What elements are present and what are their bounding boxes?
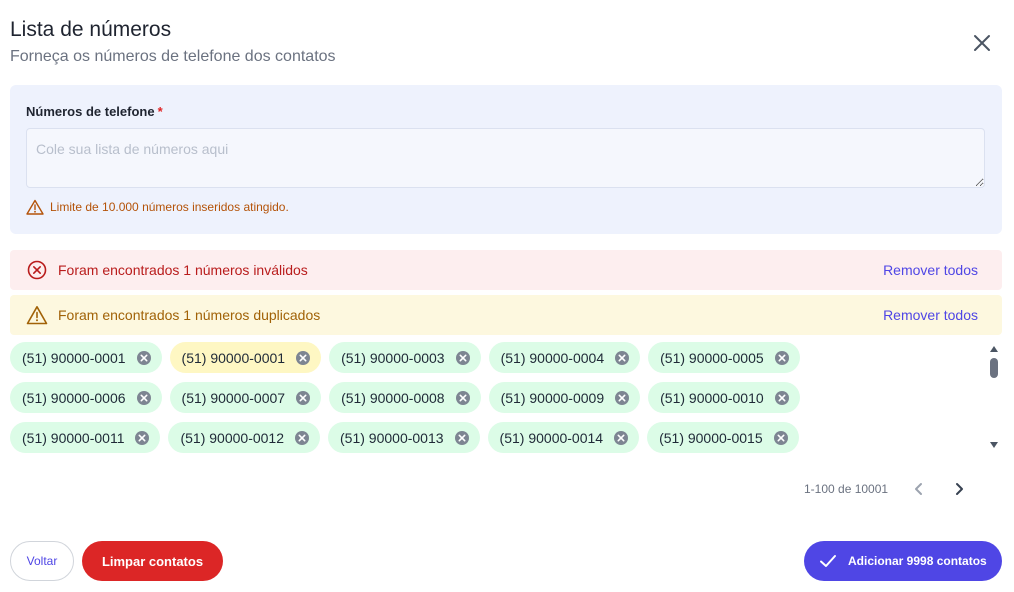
- add-contacts-button[interactable]: Adicionar 9998 contatos: [804, 541, 1002, 581]
- phone-chip-label: (51) 90000-0009: [500, 389, 605, 406]
- phone-chip[interactable]: (51) 90000-0010: [648, 382, 800, 413]
- phone-chip-label: (51) 90000-0013: [340, 429, 444, 446]
- phone-chip[interactable]: (51) 90000-0015: [647, 422, 799, 453]
- back-button[interactable]: Voltar: [10, 541, 74, 581]
- chip-row: (51) 90000-0011 (51) 90000-0012 (51) 90000…: [10, 422, 799, 453]
- phone-chip-label: (51) 90000-0011: [22, 429, 125, 446]
- remove-all-invalid-button[interactable]: Remover todos: [883, 262, 978, 278]
- check-icon: [820, 555, 836, 567]
- phone-chip[interactable]: (51) 90000-0012: [168, 422, 321, 453]
- phone-chip-label: (51) 90000-0010: [660, 389, 764, 406]
- next-page-button[interactable]: [948, 478, 970, 500]
- phone-chip-label: (51) 90000-0014: [499, 429, 604, 446]
- phone-chip[interactable]: (51) 90000-0014: [487, 422, 640, 453]
- phone-chip-label: (51) 90000-0004: [500, 349, 605, 366]
- chip-remove-icon[interactable]: [454, 430, 470, 446]
- phone-chip-label: (51) 90000-0012: [180, 429, 285, 446]
- phone-chip[interactable]: (51) 90000-0004: [488, 342, 641, 373]
- phone-chip[interactable]: (51) 90000-0013: [328, 422, 480, 453]
- chip-remove-icon[interactable]: [136, 350, 152, 366]
- chip-remove-icon[interactable]: [773, 430, 789, 446]
- close-button[interactable]: [970, 31, 994, 55]
- phone-chip[interactable]: (51) 90000-0009: [488, 382, 641, 413]
- phone-chip-label: (51) 90000-0015: [659, 429, 763, 446]
- scroll-down-arrow[interactable]: [990, 442, 998, 448]
- chip-row: (51) 90000-0006 (51) 90000-0007 (51) 90000…: [10, 382, 800, 413]
- page-range-text: 1-100 de 10001: [804, 482, 889, 496]
- required-mark: *: [157, 104, 163, 119]
- phone-chip-label: (51) 90000-0006: [22, 389, 126, 406]
- phone-chip-label: (51) 90000-0005: [660, 349, 764, 366]
- duplicate-numbers-alert: Foram encontrados 1 números duplicados R…: [10, 295, 1002, 335]
- phone-chip[interactable]: (51) 90000-0008: [329, 382, 481, 413]
- chip-remove-icon[interactable]: [295, 350, 311, 366]
- phone-chip[interactable]: (51) 90000-0011: [10, 422, 161, 453]
- limit-warning-text: Limite de 10.000 números inseridos ating…: [50, 200, 289, 214]
- phone-chip[interactable]: (51) 90000-0001: [10, 342, 162, 373]
- phone-chip[interactable]: (51) 90000-0003: [329, 342, 481, 373]
- scroll-up-arrow[interactable]: [990, 346, 998, 352]
- chevron-left-icon: [915, 483, 923, 495]
- phone-input-panel: Números de telefone* Limite de 10.000 nú…: [10, 85, 1002, 234]
- close-icon: [974, 35, 990, 51]
- dialog-title: Lista de números: [10, 18, 172, 41]
- chip-remove-icon[interactable]: [774, 350, 790, 366]
- previous-page-button[interactable]: [908, 478, 930, 500]
- invalid-numbers-alert: Foram encontrados 1 números inválidos Re…: [10, 250, 1002, 290]
- phone-chip-label: (51) 90000-0003: [341, 349, 445, 366]
- duplicate-numbers-text: Foram encontrados 1 números duplicados: [58, 307, 321, 323]
- warning-triangle-icon: [26, 199, 44, 215]
- phone-field-label-text: Números de telefone: [26, 104, 155, 119]
- phone-chip-label: (51) 90000-0007: [181, 389, 286, 406]
- phone-field-label: Números de telefone *: [26, 104, 163, 119]
- warning-triangle-icon: [26, 306, 48, 325]
- chip-remove-icon[interactable]: [614, 390, 630, 406]
- chip-remove-icon[interactable]: [613, 430, 629, 446]
- phone-chip-list: (51) 90000-0001 (51) 90000-0001 (51) 90000…: [10, 342, 990, 454]
- phone-chip-label: (51) 90000-0001: [22, 349, 126, 366]
- chip-list-scrollbar[interactable]: [987, 344, 1001, 452]
- chip-remove-icon[interactable]: [295, 390, 311, 406]
- phone-numbers-textarea[interactable]: [26, 128, 985, 188]
- chip-remove-icon[interactable]: [774, 390, 790, 406]
- phone-chip[interactable]: (51) 90000-0007: [169, 382, 322, 413]
- chevron-right-icon: [956, 483, 964, 495]
- chip-row: (51) 90000-0001 (51) 90000-0001 (51) 90000…: [10, 342, 800, 373]
- limit-warning: Limite de 10.000 números inseridos ating…: [26, 199, 289, 215]
- chip-remove-icon[interactable]: [136, 390, 152, 406]
- chip-remove-icon[interactable]: [294, 430, 310, 446]
- chip-remove-icon[interactable]: [455, 350, 471, 366]
- clear-contacts-button[interactable]: Limpar contatos: [82, 541, 223, 581]
- dialog-subtitle: Forneça os números de telefone dos conta…: [10, 48, 336, 65]
- error-circle-icon: [27, 260, 47, 280]
- add-contacts-label: Adicionar 9998 contatos: [848, 554, 987, 568]
- remove-all-duplicates-button[interactable]: Remover todos: [883, 307, 978, 323]
- chip-remove-icon[interactable]: [614, 350, 630, 366]
- chip-remove-icon[interactable]: [134, 430, 150, 446]
- pagination: 1-100 de 10001: [804, 478, 988, 500]
- chip-remove-icon[interactable]: [455, 390, 471, 406]
- phone-chip-duplicate[interactable]: (51) 90000-0001: [169, 342, 322, 373]
- phone-chip-label: (51) 90000-0008: [341, 389, 445, 406]
- invalid-numbers-text: Foram encontrados 1 números inválidos: [58, 262, 308, 278]
- phone-chip-label: (51) 90000-0001: [181, 349, 286, 366]
- scroll-thumb[interactable]: [990, 358, 998, 378]
- phone-chip[interactable]: (51) 90000-0006: [10, 382, 162, 413]
- phone-chip[interactable]: (51) 90000-0005: [648, 342, 800, 373]
